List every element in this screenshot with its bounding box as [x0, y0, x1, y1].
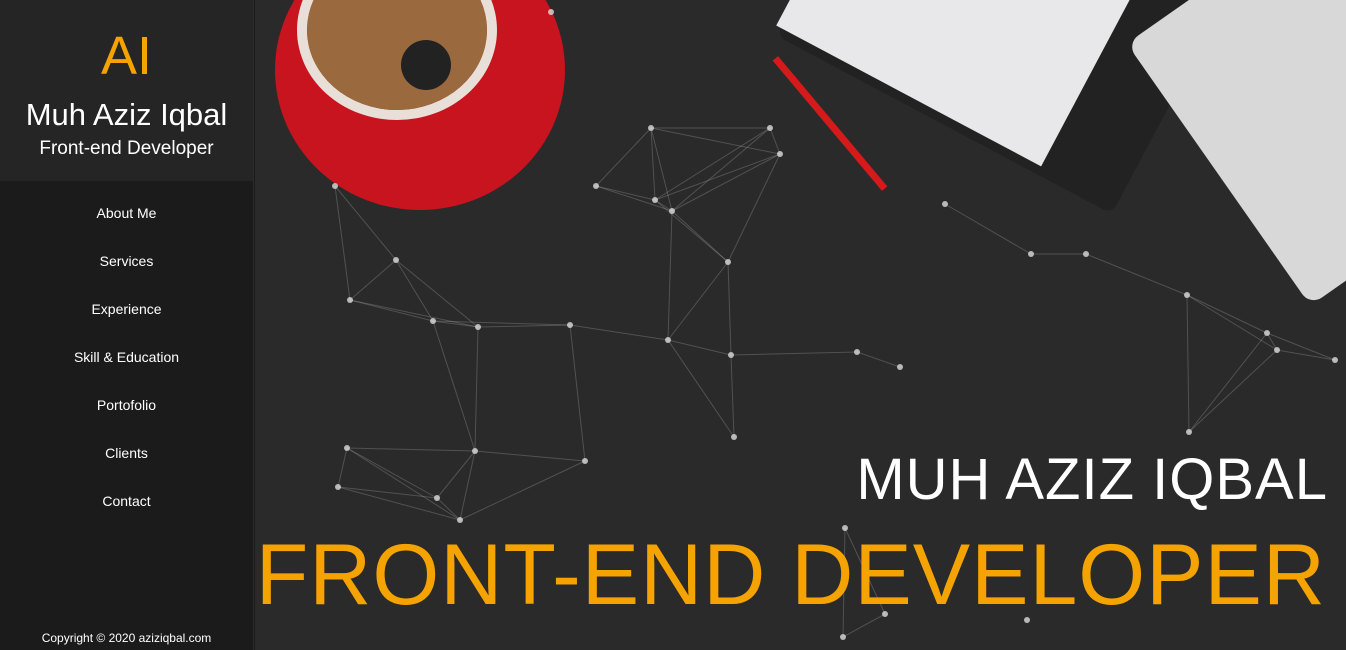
network-line — [727, 261, 732, 356]
sidebar: AI Muh Aziz Iqbal Front-end Developer Ab… — [0, 0, 254, 650]
network-line — [667, 339, 735, 438]
network-node — [854, 349, 860, 355]
network-node — [1028, 251, 1034, 257]
network-line — [856, 351, 901, 368]
network-line — [337, 447, 348, 488]
network-line — [432, 320, 571, 326]
network-line — [334, 185, 351, 301]
network-line — [595, 127, 652, 187]
network-node — [1186, 429, 1192, 435]
network-line — [730, 351, 858, 356]
nav-item-about-me[interactable]: About Me — [0, 189, 253, 237]
network-line — [1186, 294, 1278, 351]
network-node — [942, 201, 948, 207]
network-line — [334, 185, 397, 261]
network-line — [459, 460, 586, 521]
network-node — [332, 183, 338, 189]
network-line — [650, 127, 781, 155]
network-line — [667, 210, 673, 341]
network-line — [730, 354, 735, 438]
network-line — [569, 324, 669, 341]
network-node — [1332, 357, 1338, 363]
network-node — [897, 364, 903, 370]
network-line — [1276, 349, 1336, 361]
network-line — [595, 185, 656, 201]
network-line — [1188, 332, 1268, 433]
network-node — [1083, 251, 1089, 257]
hero-subtitle: FRONT-END DEVELOPER — [255, 527, 1326, 623]
network-line — [1085, 253, 1188, 296]
network-line — [667, 261, 729, 341]
nav-item-skill-education[interactable]: Skill & Education — [0, 333, 253, 381]
network-node — [665, 337, 671, 343]
network-node — [472, 448, 478, 454]
hero-section: MUH AZIZ IQBAL FRONT-END DEVELOPER — [255, 0, 1346, 650]
network-line — [474, 450, 586, 462]
profile-name: Muh Aziz Iqbal — [25, 97, 228, 132]
network-node — [725, 259, 731, 265]
network-node — [1274, 347, 1280, 353]
network-line — [671, 127, 771, 212]
network-node — [652, 197, 658, 203]
network-node — [548, 9, 554, 15]
network-node — [767, 125, 773, 131]
network-line — [346, 447, 461, 521]
network-line — [667, 339, 732, 356]
network-node — [728, 352, 734, 358]
network-line — [769, 127, 781, 155]
network-line — [395, 259, 479, 328]
network-node — [457, 517, 463, 523]
network-node — [567, 322, 573, 328]
brand-header: AI Muh Aziz Iqbal Front-end Developer — [0, 0, 253, 181]
network-node — [335, 484, 341, 490]
network-node — [840, 634, 846, 640]
network-line — [569, 324, 586, 462]
network-node — [648, 125, 654, 131]
network-line — [650, 127, 656, 201]
network-line — [1186, 294, 1268, 334]
nav-item-experience[interactable]: Experience — [0, 285, 253, 333]
network-line — [474, 326, 479, 452]
network-node — [777, 151, 783, 157]
nav-item-portofolio[interactable]: Portofolio — [0, 381, 253, 429]
copyright: Copyright © 2020 aziziqbal.com — [41, 631, 212, 645]
profile-role: Front-end Developer — [39, 138, 214, 159]
network-node — [430, 318, 436, 324]
network-line — [346, 447, 438, 499]
network-node — [669, 208, 675, 214]
network-node — [347, 297, 353, 303]
network-node — [1184, 292, 1190, 298]
network-line — [671, 153, 781, 212]
network-line — [1266, 332, 1336, 361]
network-line — [349, 299, 434, 322]
network-node — [434, 495, 440, 501]
network-line — [459, 450, 476, 521]
nav-item-contact[interactable]: Contact — [0, 477, 253, 525]
network-line — [436, 450, 476, 499]
nav-item-clients[interactable]: Clients — [0, 429, 253, 477]
network-line — [337, 486, 438, 499]
network-line — [349, 299, 479, 328]
nav-item-services[interactable]: Services — [0, 237, 253, 285]
network-line — [944, 203, 1032, 255]
network-node — [593, 183, 599, 189]
network-node — [344, 445, 350, 451]
network-line — [595, 185, 673, 212]
network-line — [671, 210, 729, 263]
hero-title: MUH AZIZ IQBAL — [856, 447, 1328, 512]
nav-menu: About Me Services Experience Skill & Edu… — [0, 189, 253, 525]
network-node — [475, 324, 481, 330]
network-node — [582, 458, 588, 464]
network-line — [1188, 349, 1278, 433]
network-line — [477, 324, 571, 328]
network-line — [346, 447, 476, 452]
network-node — [393, 257, 399, 263]
network-line — [1186, 294, 1190, 433]
network-node — [731, 434, 737, 440]
network-line — [349, 259, 397, 301]
logo[interactable]: AI — [0, 0, 253, 86]
network-node — [1264, 330, 1270, 336]
network-line — [395, 259, 434, 322]
network-line — [432, 320, 476, 452]
